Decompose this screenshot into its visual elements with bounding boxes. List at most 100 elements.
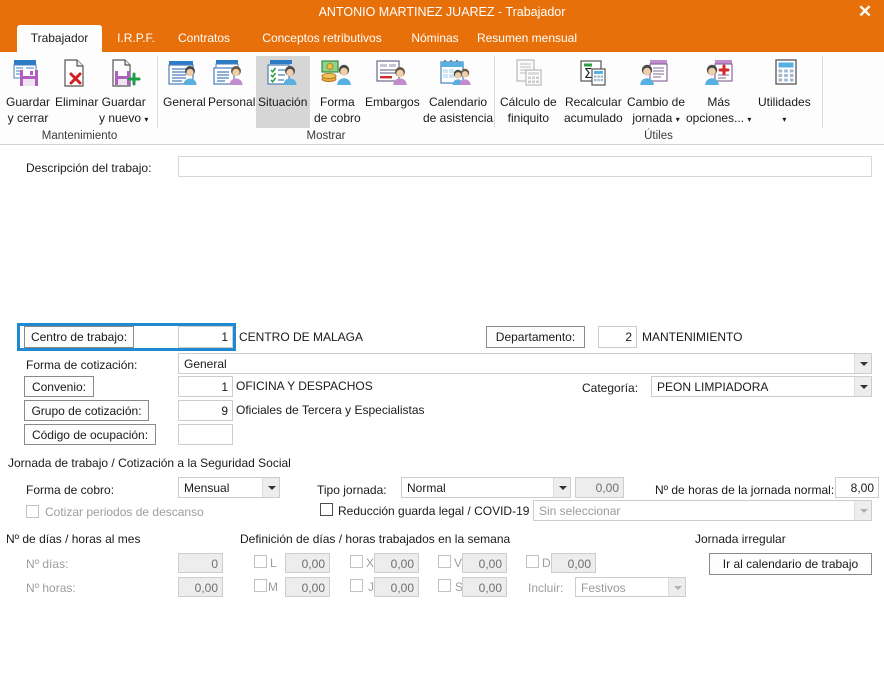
- general-button[interactable]: General: [161, 56, 206, 126]
- chevron-down-icon[interactable]: ▾: [676, 115, 680, 124]
- guardar-y-cerrar-label: Guardar y cerrar: [6, 94, 51, 125]
- general-person-icon: [161, 58, 205, 92]
- chevron-down-icon[interactable]: ▾: [144, 115, 148, 124]
- dia-D-label: D: [542, 556, 551, 570]
- dia-V-input: 0,00: [462, 553, 507, 573]
- mas-opciones-label: Más opciones... ▾: [686, 94, 752, 125]
- tipo-jornada-select[interactable]: Normal: [401, 477, 571, 498]
- guardar-y-cerrar-button[interactable]: Guardar y cerrar: [4, 56, 52, 126]
- save-close-icon: [4, 58, 52, 92]
- close-icon[interactable]: ✕: [852, 0, 878, 25]
- tab-irpf[interactable]: I.R.P.F.: [107, 25, 165, 52]
- eliminar-button[interactable]: Eliminar: [53, 56, 98, 126]
- descripcion-del-trabajo-label: Descripción del trabajo:: [26, 161, 152, 175]
- chevron-down-icon[interactable]: ▾: [782, 115, 786, 124]
- departamento-code-input[interactable]: 2: [598, 326, 637, 348]
- forma-de-cotizacion-select[interactable]: General: [178, 353, 872, 374]
- dia-J-checkbox[interactable]: [350, 579, 363, 592]
- svg-text:Σ: Σ: [584, 67, 592, 82]
- chevron-down-icon[interactable]: [854, 354, 871, 373]
- tipo-jornada-porcentaje-input: 0,00: [575, 477, 624, 498]
- calculo-de-finiquito-label: Cálculo de finiquito: [500, 94, 557, 125]
- convenio-code-input[interactable]: 1: [178, 376, 233, 397]
- more-options-icon: [684, 58, 754, 92]
- dia-M-checkbox[interactable]: [254, 579, 267, 592]
- reduccion-guarda-legal-select[interactable]: Sin seleccionar: [533, 500, 872, 521]
- dia-M-input: 0,00: [285, 577, 330, 597]
- calendario-de-asistencia-button[interactable]: Calendario de asistencia: [421, 56, 493, 126]
- grupo-de-cotizacion-button[interactable]: Grupo de cotización:: [24, 400, 149, 421]
- centro-de-trabajo-code-input[interactable]: 1: [178, 326, 233, 348]
- forma-de-cobro-select[interactable]: Mensual: [178, 477, 280, 498]
- jornada-seccion-title: Jornada de trabajo / Cotización a la Seg…: [8, 456, 291, 470]
- ribbon-group-mantenimiento: Mantenimiento: [41, 130, 118, 142]
- dia-M-label: M: [268, 580, 278, 594]
- dias-horas-mes-title: Nº de días / horas al mes: [6, 532, 141, 546]
- guardar-y-nuevo-button[interactable]: Guardar y nuevo ▾: [97, 56, 152, 126]
- cambio-de-jornada-button[interactable]: Cambio de jornada ▾: [625, 56, 685, 126]
- incluir-value: Festivos: [581, 581, 626, 595]
- dia-D-input: 0,00: [551, 553, 596, 573]
- utilidades-button[interactable]: Utilidades ▾: [756, 56, 816, 126]
- dia-V-checkbox[interactable]: [438, 555, 451, 568]
- tipo-jornada-value: Normal: [407, 481, 446, 495]
- general-label: General: [163, 94, 206, 109]
- chevron-down-icon[interactable]: [668, 578, 685, 596]
- dia-S-input: 0,00: [462, 577, 507, 597]
- convenio-button[interactable]: Convenio:: [24, 376, 94, 397]
- jornada-irregular-title: Jornada irregular: [695, 532, 786, 546]
- tab-contratos[interactable]: Contratos: [168, 25, 240, 52]
- incluir-label: Incluir:: [528, 581, 564, 595]
- settlement-calc-icon: [498, 58, 562, 92]
- personal-button[interactable]: Personal: [206, 56, 255, 126]
- reduccion-guarda-legal-checkbox[interactable]: [320, 503, 333, 516]
- window-title: ANTONIO MARTINEZ JUAREZ - Trabajador: [318, 5, 566, 19]
- dia-S-checkbox[interactable]: [438, 579, 451, 592]
- situacion-label: Situación: [258, 94, 308, 109]
- situacion-button[interactable]: Situación: [256, 56, 310, 128]
- mas-opciones-button[interactable]: Más opciones... ▾: [684, 56, 754, 126]
- tab-conceptos-retributivos[interactable]: Conceptos retributivos: [248, 25, 396, 52]
- categoria-select[interactable]: PEON LIMPIADORA: [651, 376, 872, 397]
- situacion-person-icon: [256, 58, 310, 92]
- tipo-jornada-label: Tipo jornada:: [317, 483, 387, 497]
- reduccion-guarda-legal-label: Reducción guarda legal / COVID-19: [338, 504, 530, 518]
- ribbon-group-mostrar: Mostrar: [306, 130, 346, 142]
- ribbon-separator: [822, 56, 823, 128]
- calendario-de-asistencia-label: Calendario de asistencia: [423, 94, 494, 125]
- codigo-de-ocupacion-input[interactable]: [178, 424, 233, 445]
- dia-X-checkbox[interactable]: [350, 555, 363, 568]
- tab-trabajador[interactable]: Trabajador: [17, 25, 102, 52]
- descripcion-del-trabajo-input[interactable]: [178, 156, 872, 177]
- recalcular-acumulado-button[interactable]: Σ Recalcular acumulado: [562, 56, 624, 126]
- ribbon-group-utiles: Útiles: [644, 130, 673, 142]
- incluir-select[interactable]: Festivos: [575, 577, 686, 597]
- numero-dias-label: Nº días:: [26, 557, 69, 571]
- ribbon-separator: [157, 56, 158, 128]
- embargos-button[interactable]: Embargos: [363, 56, 421, 126]
- cambio-de-jornada-label: Cambio de jornada ▾: [627, 94, 686, 125]
- codigo-de-ocupacion-button[interactable]: Código de ocupación:: [24, 424, 156, 445]
- grupo-de-cotizacion-code-input[interactable]: 9: [178, 400, 233, 421]
- dia-D-checkbox[interactable]: [526, 555, 539, 568]
- horas-jornada-normal-input[interactable]: 8,00: [835, 477, 879, 498]
- tab-resumen-mensual[interactable]: Resumen mensual: [472, 25, 582, 52]
- forma-de-cobro-value: Mensual: [184, 481, 230, 495]
- ir-al-calendario-de-trabajo-button[interactable]: Ir al calendario de trabajo: [709, 553, 872, 575]
- forma-de-cobro-button[interactable]: Forma de cobro: [312, 56, 362, 126]
- chevron-down-icon[interactable]: [553, 478, 570, 497]
- chevron-down-icon[interactable]: [854, 377, 871, 396]
- chevron-down-icon[interactable]: [262, 478, 279, 497]
- departamento-button[interactable]: Departamento:: [486, 326, 585, 348]
- centro-de-trabajo-button[interactable]: Centro de trabajo:: [24, 326, 134, 348]
- numero-horas-label: Nº horas:: [26, 581, 76, 595]
- reduccion-guarda-legal-value: Sin seleccionar: [539, 504, 621, 518]
- cotizar-periodos-descanso-checkbox: [26, 505, 39, 518]
- dia-L-checkbox[interactable]: [254, 555, 267, 568]
- utilidades-label: Utilidades ▾: [758, 94, 811, 124]
- chevron-down-icon[interactable]: [854, 501, 871, 520]
- tab-nominas[interactable]: Nóminas: [404, 25, 466, 52]
- categoria-value: PEON LIMPIADORA: [657, 380, 769, 394]
- chevron-down-icon[interactable]: ▾: [747, 115, 751, 124]
- dia-X-input: 0,00: [374, 553, 419, 573]
